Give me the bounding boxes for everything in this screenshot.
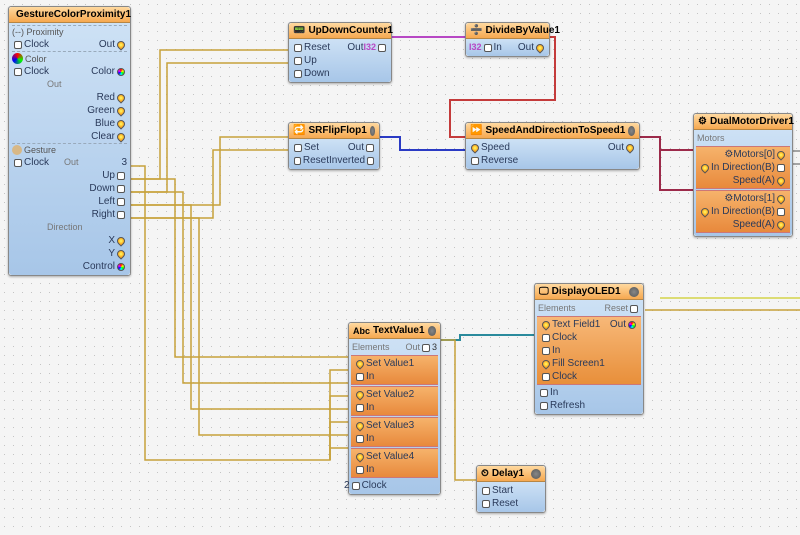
pin-clear[interactable] <box>115 131 126 142</box>
pin-y[interactable] <box>115 248 126 259</box>
node-title: TextValue1 <box>373 325 425 336</box>
display-icon: 🖵 <box>539 286 549 297</box>
pin-in[interactable] <box>356 404 364 412</box>
pin-count: 3 <box>121 156 127 169</box>
pin-reset[interactable] <box>294 44 302 52</box>
node-title: UpDownCounter1 <box>308 25 392 36</box>
pin-out[interactable] <box>115 39 126 50</box>
pin-clock[interactable] <box>542 373 550 381</box>
speed-icon: ⏩ <box>470 125 482 136</box>
node-title: DisplayOLED1 <box>552 286 621 297</box>
clock-icon: ⏲ <box>481 468 489 479</box>
node-title: DivideByValue1 <box>485 25 559 36</box>
pin-set[interactable] <box>294 144 302 152</box>
pin-out[interactable] <box>534 42 545 53</box>
section-gesture: Gesture <box>12 143 127 156</box>
gear-icon[interactable] <box>370 126 375 136</box>
motor-item: ⚙ <box>724 148 733 161</box>
pin-spd[interactable] <box>775 219 786 230</box>
pin-left[interactable] <box>117 198 125 206</box>
pin-in[interactable] <box>356 373 364 381</box>
pin-clock[interactable] <box>14 159 22 167</box>
gear-icon[interactable] <box>628 126 635 136</box>
node-divide-by-value[interactable]: ➗DivideByValue1 I32InOut <box>465 22 550 57</box>
section-proximity: (--) Proximity <box>12 25 127 38</box>
node-title: SpeedAndDirectionToSpeed1 <box>485 125 625 136</box>
node-text-value[interactable]: AbcTextValue1 ElementsOut3 Set Value1In … <box>348 322 441 495</box>
pin-count: 2 <box>344 479 350 492</box>
node-title: Delay1 <box>492 468 524 479</box>
text-icon: Abc <box>353 326 370 336</box>
pin-down[interactable] <box>294 70 302 78</box>
pin-m1[interactable] <box>775 193 786 204</box>
pin-in[interactable] <box>484 44 492 52</box>
gear-icon[interactable] <box>428 326 436 336</box>
pin-control[interactable] <box>117 263 125 271</box>
divide-icon: ➗ <box>470 25 482 36</box>
pin-out[interactable] <box>624 142 635 153</box>
pin-out[interactable] <box>366 144 374 152</box>
pin-clock[interactable] <box>14 41 22 49</box>
node-updown-counter[interactable]: 📟UpDownCounter1 ResetOutI32 Up Down <box>288 22 392 83</box>
pin-clock[interactable] <box>542 334 550 342</box>
pin-sv4[interactable] <box>354 451 365 462</box>
pin-in[interactable] <box>542 347 550 355</box>
pin-red[interactable] <box>115 92 126 103</box>
motor-item: ⚙ <box>724 192 733 205</box>
pin-clock[interactable] <box>14 68 22 76</box>
pin-inverted[interactable] <box>367 157 374 165</box>
pin-speed[interactable] <box>469 142 480 153</box>
palette-icon <box>12 53 23 64</box>
node-title: DualMotorDriver1 <box>710 116 794 127</box>
pin-dir[interactable] <box>777 208 785 216</box>
pin-x[interactable] <box>115 235 126 246</box>
gear-icon[interactable] <box>531 469 541 479</box>
node-speed-direction[interactable]: ⏩SpeedAndDirectionToSpeed1 SpeedOut Reve… <box>465 122 640 170</box>
pin-out[interactable] <box>628 321 636 329</box>
pin-clock[interactable] <box>352 482 360 490</box>
node-dual-motor-driver[interactable]: ⚙DualMotorDriver1 Motors ⚙ Motors[0] InD… <box>693 113 793 237</box>
pin-refresh[interactable] <box>540 402 548 410</box>
flipflop-icon: 🔁 <box>293 125 305 136</box>
node-title: SRFlipFlop1 <box>308 125 366 136</box>
pin-out[interactable] <box>378 44 386 52</box>
gesture-icon <box>12 145 22 155</box>
pin-sv2[interactable] <box>354 389 365 400</box>
motor-icon: ⚙ <box>698 116 707 127</box>
pin-in[interactable] <box>699 162 710 173</box>
node-delay[interactable]: ⏲Delay1 Start Reset <box>476 465 546 513</box>
node-sr-flipflop[interactable]: 🔁SRFlipFlop1 SetOut ResetInverted <box>288 122 380 170</box>
pin-up[interactable] <box>294 57 302 65</box>
pin-fill[interactable] <box>540 358 551 369</box>
node-display-oled[interactable]: 🖵DisplayOLED1 ElementsReset Text Field1O… <box>534 283 644 415</box>
node-title: GestureColorProximity1 <box>16 9 131 20</box>
pin-dir[interactable] <box>777 164 785 172</box>
pin-m0[interactable] <box>775 149 786 160</box>
pin-up[interactable] <box>117 172 125 180</box>
pin-in[interactable] <box>699 206 710 217</box>
pin-tf[interactable] <box>540 319 551 330</box>
pin-in[interactable] <box>540 389 548 397</box>
node-gesture-color-proximity[interactable]: GestureColorProximity1 (--) Proximity Cl… <box>8 6 131 276</box>
pin-reverse[interactable] <box>471 157 479 165</box>
pin-in[interactable] <box>356 435 364 443</box>
pin-green[interactable] <box>115 105 126 116</box>
pin-out[interactable] <box>422 344 430 352</box>
pin-reset[interactable] <box>630 305 638 313</box>
pin-in[interactable] <box>356 466 364 474</box>
pin-down[interactable] <box>117 185 125 193</box>
pin-spd[interactable] <box>775 175 786 186</box>
pin-color[interactable] <box>117 68 125 76</box>
gear-icon[interactable] <box>629 287 639 297</box>
counter-icon: 📟 <box>293 25 305 36</box>
pin-blue[interactable] <box>115 118 126 129</box>
pin-reset[interactable] <box>294 157 301 165</box>
pin-right[interactable] <box>117 211 125 219</box>
section-color: Color <box>12 51 127 65</box>
pin-sv1[interactable] <box>354 358 365 369</box>
pin-start[interactable] <box>482 487 490 495</box>
pin-reset[interactable] <box>482 500 490 508</box>
pin-sv3[interactable] <box>354 420 365 431</box>
